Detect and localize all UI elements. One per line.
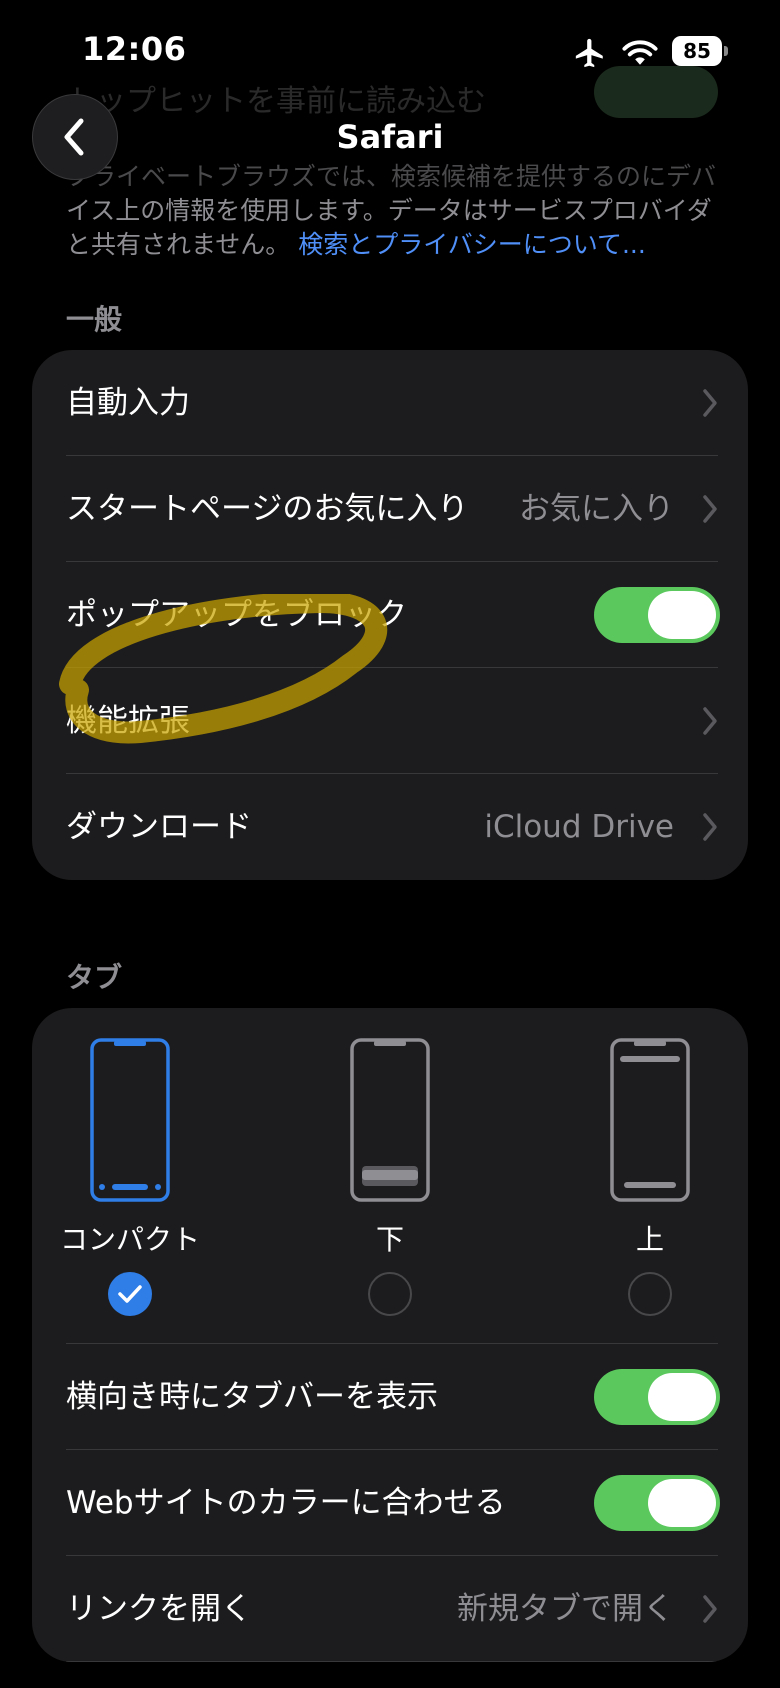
website-tinting-toggle[interactable] <box>594 1475 720 1531</box>
footnote-line-3: と共有されません。 <box>66 230 291 259</box>
tab-layout-label: 下 <box>375 1223 404 1256</box>
row-label: 機能拡張 <box>66 703 190 739</box>
row-startpage-favorites[interactable]: スタートページのお気に入り お気に入り <box>32 456 748 562</box>
row-website-tinting: Webサイトのカラーに合わせる <box>32 1450 748 1556</box>
row-label: Webサイトのカラーに合わせる <box>66 1485 506 1521</box>
radio-unselected[interactable] <box>628 1272 672 1316</box>
landscape-tab-bar-toggle[interactable] <box>594 1369 720 1425</box>
row-label: 自動入力 <box>66 385 190 421</box>
privacy-link[interactable]: 検索とプライバシーについて... <box>298 230 646 259</box>
privacy-footnote: プライベートブラウズでは、検索候補を提供するのにデバ イス上の情報を使用します。… <box>66 160 726 262</box>
row-value: お気に入り <box>519 491 674 527</box>
row-label: ダウンロード <box>66 809 252 845</box>
row-open-links[interactable]: リンクを開く 新規タブで開く <box>32 1556 748 1662</box>
phone-top-icon <box>610 1038 690 1202</box>
radio-unselected[interactable] <box>368 1272 412 1316</box>
row-autofill[interactable]: 自動入力 <box>32 350 748 456</box>
footnote-line-1: プライベートブラウズでは、検索候補を提供するのにデバ <box>66 162 717 191</box>
battery-level: 85 <box>672 36 722 66</box>
section-header-tabs: タブ <box>66 961 123 994</box>
chevron-right-icon <box>703 707 717 735</box>
tab-layout-label: 上 <box>635 1223 664 1256</box>
row-landscape-tab-bar: 横向き時にタブバーを表示 <box>32 1344 748 1450</box>
checkmark-icon <box>118 1285 142 1303</box>
row-label: ポップアップをブロック <box>66 597 407 633</box>
general-group: 自動入力 スタートページのお気に入り お気に入り ポップアップをブロック 機能拡… <box>32 350 748 880</box>
chevron-right-icon <box>703 1595 717 1623</box>
block-popups-toggle[interactable] <box>594 587 720 643</box>
row-extensions[interactable]: 機能拡張 <box>32 668 748 774</box>
chevron-right-icon <box>703 495 717 523</box>
status-time: 12:06 <box>82 30 187 68</box>
row-value: iCloud Drive <box>484 809 674 845</box>
scrolled-row-toggle <box>594 66 718 118</box>
row-block-popups: ポップアップをブロック <box>32 562 748 668</box>
radio-selected[interactable] <box>108 1272 152 1316</box>
chevron-right-icon <box>703 389 717 417</box>
battery-icon: 85 <box>672 36 728 68</box>
scrolled-row-label: トップヒットを事前に読み込む <box>66 84 486 119</box>
row-label: リンクを開く <box>66 1591 252 1627</box>
tab-layout-picker: コンパクト 下 上 <box>32 1008 748 1344</box>
tabs-group: コンパクト 下 上 横向き時にタブバーを表示 Webサイトのカラーに合わせる リ… <box>32 1008 748 1662</box>
tab-layout-label: コンパクト <box>59 1223 200 1256</box>
phone-bottom-icon <box>350 1038 430 1202</box>
wifi-icon <box>622 40 658 65</box>
page-title: Safari <box>336 118 444 156</box>
chevron-right-icon <box>703 813 717 841</box>
footnote-line-2: イス上の情報を使用します。データはサービスプロバイダ <box>66 196 712 225</box>
section-header-general: 一般 <box>66 303 123 336</box>
row-label: スタートページのお気に入り <box>66 491 469 527</box>
row-value: 新規タブで開く <box>457 1591 674 1627</box>
row-label: 横向き時にタブバーを表示 <box>66 1379 438 1415</box>
airplane-icon <box>575 38 603 68</box>
phone-compact-icon <box>90 1038 170 1202</box>
row-downloads[interactable]: ダウンロード iCloud Drive <box>32 774 748 880</box>
